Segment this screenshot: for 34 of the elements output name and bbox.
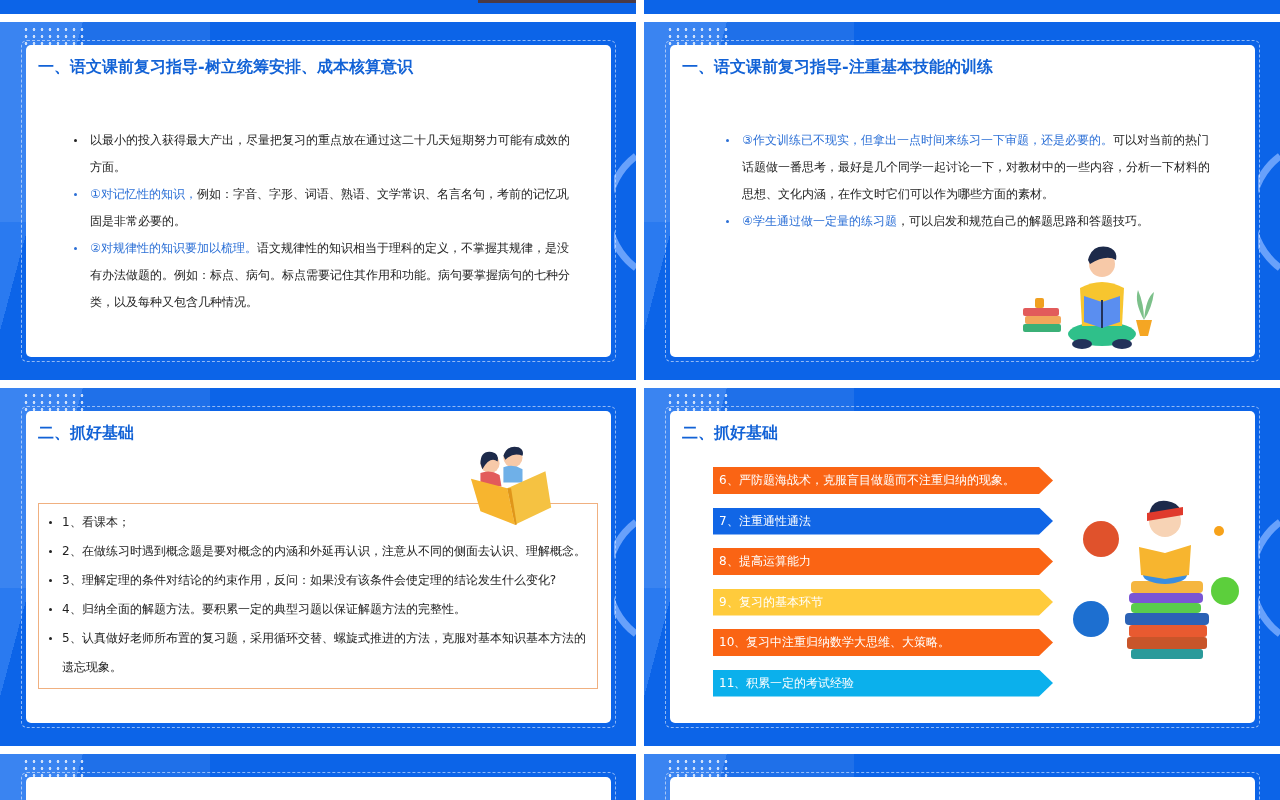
- bullet-text: 以最小的投入获得最大产出，尽量把复习的重点放在通过这二十几天短期努力可能有成效的方面。: [90, 132, 571, 176]
- bullet-icon: [726, 139, 729, 142]
- bullet-text: ④学生通过做一定量的练习题，可以启发和规范自己的解题思路和答题技巧。: [742, 213, 1149, 230]
- slide-title: 一、语文课前复习指导-树立统筹安排、成本核算意识: [38, 56, 414, 78]
- arrow-banner: 9、复习的基本环节: [713, 588, 1053, 616]
- slide-title: 一、语文课前复习指导-注重基本技能的训练: [682, 56, 994, 78]
- bullet-icon: [49, 550, 52, 553]
- bullet-icon: [74, 247, 77, 250]
- slide-title: 二、抓好基础: [38, 422, 135, 444]
- arrow-banner: 10、复习中注重归纳数学大思维、大策略。: [713, 629, 1053, 656]
- slide[interactable]: 二、抓好基础 6、严防题海战术，克服盲目做题而不注重归纳的现象。 7、注重通性通法 8、提高运算能力 9、复习的基本环节 10、复习中注重归纳数学大思维、大策略。 11、积累一定的考试经验: [644, 388, 1280, 746]
- slide[interactable]: [0, 22, 636, 380]
- bullet-icon: [49, 608, 52, 611]
- arrow-banner: 7、注重通性通法: [713, 507, 1053, 535]
- slide-title: 二、抓好基础: [682, 422, 779, 444]
- slide[interactable]: 二、抓好基础 1、看课本； 2、在做练习时遇到概念题是要对概念的内涵和外延再认识，注意从不同的侧面去认识、理解概念。 3、理解定理的条件对结论的约束作用，反问：如果没有该条件会使定理的结论发生什么变化? 4、归纳全面的解题方法。要积累一定的典型习题以保证解题方法的完整性。 5、认真做好老师所布置的复习题，采用循环交替、螺旋式推进的方法，克服对基本知识基本方法的遗忘现象。: [0, 388, 636, 746]
- slide[interactable]: 一、语文课前复习指导-注重基本技能的训练 ③作文训练已不现实，但拿出一点时间来练习一下审题，还是必要的。可以对当前的热门话题做一番思考，最好是几个同学一起讨论一下，对教材中的一些内容，分析一下材料的思想、文化内涵，在作文时它们可以作为哪些方面的素材。 ④学生通过做一定量的练习题，可以启发和规范自己的解题思路和答题技巧。: [644, 22, 1280, 380]
- bullet-icon: [49, 521, 52, 524]
- bullet-icon: [49, 637, 52, 640]
- bullet-text: ①对记忆性的知识，例如：字音、字形、词语、熟语、文学常识、名言名句，考前的记忆巩固是非常必要的。: [90, 186, 570, 230]
- bullet-icon: [49, 579, 52, 582]
- bullet-icon: [74, 139, 77, 142]
- arrow-banner: 11、积累一定的考试经验: [713, 669, 1053, 697]
- arrow-banner: 8、提高运算能力: [713, 548, 1053, 575]
- bullet-text: 3、理解定理的条件对结论的约束作用，反问：如果没有该条件会使定理的结论发生什么变化?: [62, 572, 556, 589]
- bullet-text: ②对规律性的知识要加以梳理。语文规律性的知识相当于理科的定义，不掌握其规律，是没有办法做题的。例如：标点、病句。标点需要记住其作用和功能。病句要掌握病句的七种分类，以及每种又包含几种情况。: [90, 240, 571, 311]
- bullet-text: 5、认真做好老师所布置的复习题，采用循环交替、螺旋式推进的方法，克服对基本知识基本方法的遗忘现象。: [62, 630, 587, 676]
- bullet-text: 2、在做练习时遇到概念题是要对概念的内涵和外延再认识，注意从不同的侧面去认识、理解概念。: [62, 543, 586, 560]
- bullet-text: ③作文训练已不现实，但拿出一点时间来练习一下审题，还是必要的。可以对当前的热门话题做一番思考，最好是几个同学一起讨论一下，对教材中的一些内容，分析一下材料的思想、文化内涵，在作文时它们可以作为哪些方面的素材。: [742, 132, 1211, 203]
- bullet-icon: [726, 220, 729, 223]
- bullet-text: 4、归纳全面的解题方法。要积累一定的典型习题以保证解题方法的完整性。: [62, 601, 466, 618]
- bullet-text: 1、看课本；: [62, 514, 130, 531]
- bullet-icon: [74, 193, 77, 196]
- arrow-banner: 6、严防题海战术，克服盲目做题而不注重归纳的现象。: [713, 467, 1053, 494]
